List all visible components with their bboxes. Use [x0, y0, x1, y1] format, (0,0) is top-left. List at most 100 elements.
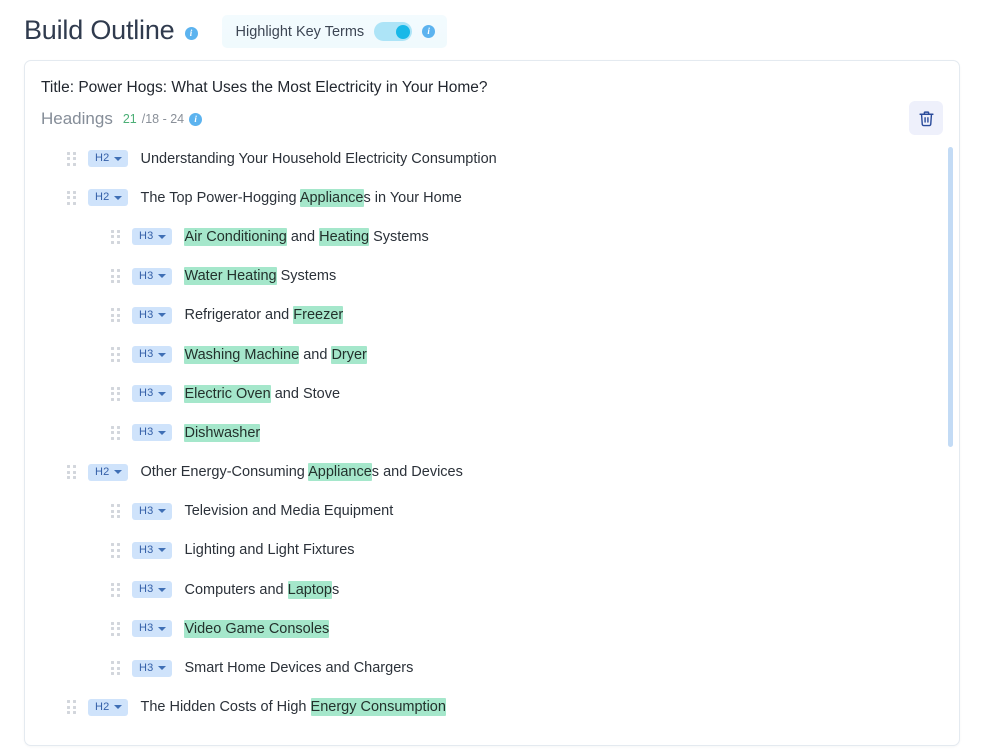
heading-text[interactable]: Lighting and Light Fixtures: [184, 540, 354, 560]
info-icon[interactable]: i: [422, 25, 436, 38]
drag-handle-icon[interactable]: [67, 699, 79, 715]
heading-level-select[interactable]: H3: [132, 306, 173, 324]
outline-row[interactable]: H3 Video Game Consoles: [25, 609, 959, 648]
heading-text[interactable]: Air Conditioning and Heating Systems: [184, 227, 429, 247]
chevron-down-icon: [158, 313, 167, 318]
outline-row[interactable]: H3 Dishwasher: [25, 413, 959, 452]
heading-text-segment: s: [332, 581, 340, 598]
heading-level-select[interactable]: H2: [88, 150, 129, 168]
drag-handle-icon[interactable]: [111, 660, 123, 676]
heading-level-select[interactable]: H3: [132, 659, 173, 677]
heading-text[interactable]: Other Energy-Consuming Appliances and De…: [140, 462, 463, 482]
heading-text-segment: The Top Power-Hogging: [140, 189, 300, 206]
chevron-down-icon: [158, 587, 167, 592]
heading-level-label: H3: [139, 426, 154, 439]
heading-text-segment: s and Devices: [371, 464, 463, 481]
heading-level-label: H3: [139, 543, 154, 556]
chevron-down-icon: [114, 470, 123, 475]
heading-text-segment: Systems: [276, 268, 337, 285]
drag-handle-icon[interactable]: [111, 347, 123, 363]
outline-row[interactable]: H3 Air Conditioning and Heating Systems: [25, 217, 959, 256]
heading-level-label: H3: [139, 583, 154, 596]
heading-level-select[interactable]: H2: [88, 463, 129, 481]
outline-row[interactable]: H3 Lighting and Light Fixtures: [25, 531, 959, 570]
heading-level-select[interactable]: H3: [132, 385, 173, 403]
key-term-highlight: Heating: [319, 227, 370, 246]
drag-handle-icon[interactable]: [67, 464, 79, 480]
heading-text[interactable]: Refrigerator and Freezer: [184, 305, 344, 325]
heading-level-select[interactable]: H3: [132, 346, 173, 364]
key-term-highlight: Appliance: [308, 463, 372, 482]
heading-level-label: H3: [139, 348, 154, 361]
chevron-down-icon: [114, 705, 123, 710]
outline-row[interactable]: H3 Washing Machine and Dryer: [25, 335, 959, 374]
outline-row[interactable]: H3 Television and Media Equipment: [25, 492, 959, 531]
heading-text[interactable]: Computers and Laptops: [184, 580, 339, 600]
headings-count: 21/18 - 24 i: [122, 112, 203, 126]
heading-text-segment: Other Energy-Consuming: [140, 464, 309, 481]
outline-row[interactable]: H2 Other Energy-Consuming Appliances and …: [25, 453, 959, 492]
headings-count-current: 21: [122, 112, 137, 126]
outline-scrollbar-track[interactable]: [948, 139, 953, 731]
heading-text[interactable]: Electric Oven and Stove: [184, 384, 340, 404]
key-term-highlight: Video Game Consoles: [184, 619, 330, 638]
heading-text[interactable]: Washing Machine and Dryer: [184, 345, 367, 365]
heading-text[interactable]: The Hidden Costs of High Energy Consumpt…: [140, 697, 446, 717]
heading-text[interactable]: Water Heating Systems: [184, 266, 336, 286]
heading-text[interactable]: The Top Power-Hogging Appliances in Your…: [140, 188, 462, 208]
heading-text-segment: Understanding Your Household Electricity…: [140, 150, 497, 167]
outline-row[interactable]: H2 The Hidden Costs of High Energy Consum…: [25, 688, 959, 727]
drag-handle-icon[interactable]: [111, 621, 123, 637]
drag-handle-icon[interactable]: [111, 582, 123, 598]
outline-row[interactable]: H2 Understanding Your Household Electrici…: [25, 139, 959, 178]
key-term-highlight: Freezer: [293, 306, 344, 325]
drag-handle-icon[interactable]: [111, 386, 123, 402]
heading-text-segment: Refrigerator and: [184, 307, 294, 324]
heading-level-select[interactable]: H3: [132, 541, 173, 559]
highlight-key-terms-toggle[interactable]: [374, 22, 413, 41]
drag-handle-icon[interactable]: [111, 542, 123, 558]
outline-title: Title: Power Hogs: What Uses the Most El…: [41, 79, 488, 96]
chevron-down-icon: [158, 352, 167, 357]
heading-text[interactable]: Understanding Your Household Electricity…: [140, 149, 496, 169]
key-term-highlight: Energy Consumption: [310, 698, 446, 717]
heading-text[interactable]: Television and Media Equipment: [184, 501, 393, 521]
info-icon[interactable]: i: [189, 112, 203, 126]
chevron-down-icon: [158, 509, 167, 514]
outline-row[interactable]: H3 Electric Oven and Stove: [25, 374, 959, 413]
drag-handle-icon[interactable]: [67, 151, 79, 167]
heading-level-select[interactable]: H3: [132, 502, 173, 520]
heading-text[interactable]: Video Game Consoles: [184, 619, 330, 639]
heading-level-select[interactable]: H3: [132, 581, 173, 599]
heading-text-segment: Computers and: [184, 581, 288, 598]
outline-scrollbar-thumb[interactable]: [948, 147, 953, 447]
drag-handle-icon[interactable]: [111, 503, 123, 519]
heading-level-select[interactable]: H2: [88, 698, 129, 716]
heading-level-label: H3: [139, 308, 154, 321]
heading-text-segment: and: [299, 346, 332, 363]
outline-row[interactable]: H3 Refrigerator and Freezer: [25, 296, 959, 335]
heading-level-select[interactable]: H3: [132, 228, 173, 246]
heading-text-segment: Systems: [369, 228, 429, 245]
heading-level-select[interactable]: H2: [88, 189, 129, 207]
outline-row[interactable]: H3 Smart Home Devices and Chargers: [25, 648, 959, 687]
drag-handle-icon[interactable]: [111, 307, 123, 323]
chevron-down-icon: [158, 430, 167, 435]
heading-text[interactable]: Smart Home Devices and Chargers: [184, 658, 413, 678]
outline-row[interactable]: H3 Water Heating Systems: [25, 257, 959, 296]
drag-handle-icon[interactable]: [111, 268, 123, 284]
heading-text[interactable]: Dishwasher: [184, 423, 261, 443]
drag-handle-icon[interactable]: [111, 229, 123, 245]
outline-row[interactable]: H2 The Top Power-Hogging Appliances in Yo…: [25, 178, 959, 217]
heading-level-select[interactable]: H3: [132, 267, 173, 285]
delete-outline-button[interactable]: [909, 101, 943, 135]
heading-level-select[interactable]: H3: [132, 424, 173, 442]
toggle-knob: [395, 24, 410, 39]
key-term-highlight: Water Heating: [184, 267, 277, 286]
heading-level-select[interactable]: H3: [132, 620, 173, 638]
info-icon[interactable]: i: [184, 26, 198, 40]
drag-handle-icon[interactable]: [67, 190, 79, 206]
heading-level-label: H2: [95, 191, 110, 204]
outline-row[interactable]: H3 Computers and Laptops: [25, 570, 959, 609]
drag-handle-icon[interactable]: [111, 425, 123, 441]
